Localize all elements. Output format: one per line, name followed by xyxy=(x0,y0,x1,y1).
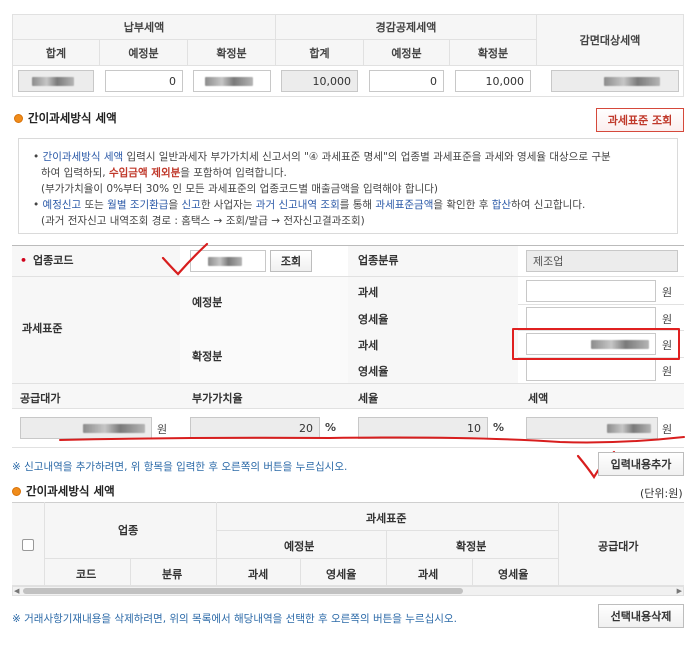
divider xyxy=(558,502,559,586)
hdr-conf-taxable: 과세 xyxy=(418,568,439,581)
divider xyxy=(216,502,217,586)
divider xyxy=(216,530,558,531)
delete-tip: ※ 거래사항기재내용을 삭제하려면, 위의 목록에서 해당내역을 선택한 후 오… xyxy=(12,613,457,625)
select-all-checkbox[interactable] xyxy=(22,539,34,551)
horizontal-scrollbar[interactable]: ◀ ▶ xyxy=(12,586,684,596)
scroll-right-icon[interactable]: ▶ xyxy=(677,587,682,595)
scrollbar-thumb[interactable] xyxy=(23,588,463,594)
delete-selected-button[interactable]: 선택내용삭제 xyxy=(598,604,684,628)
hdr-expected: 예정분 xyxy=(284,540,315,553)
divider xyxy=(300,558,301,586)
hdr-tax-base: 과세표준 xyxy=(366,512,407,525)
hdr-exp-taxable: 과세 xyxy=(248,568,269,581)
hdr-industry: 업종 xyxy=(118,524,139,537)
bullet-icon xyxy=(12,486,21,496)
hdr-code: 코드 xyxy=(76,568,97,581)
divider xyxy=(44,502,45,586)
hdr-conf-zero: 영세율 xyxy=(498,568,529,581)
add-entry-button[interactable]: 입력내용추가 xyxy=(598,452,684,476)
underline-annotation xyxy=(59,436,685,444)
divider xyxy=(472,558,473,586)
hdr-exp-zero: 영세율 xyxy=(326,568,357,581)
divider xyxy=(130,558,131,586)
scroll-left-icon[interactable]: ◀ xyxy=(14,587,19,595)
hdr-confirmed: 확정분 xyxy=(456,540,487,553)
hdr-class: 분류 xyxy=(162,568,183,581)
unit-label: (단위:원) xyxy=(640,487,683,500)
add-tip: ※ 신고내역을 추가하려면, 위 항목을 입력한 후 오른쪽의 버튼을 누르십시… xyxy=(12,461,348,473)
divider xyxy=(386,530,387,586)
section-title-text: 간이과세방식 세액 xyxy=(26,484,115,498)
section-title-list: 간이과세방식 세액 xyxy=(12,483,115,499)
divider xyxy=(44,558,558,559)
hdr-supply: 공급대가 xyxy=(598,540,639,553)
checkmark-annotation xyxy=(161,242,209,276)
